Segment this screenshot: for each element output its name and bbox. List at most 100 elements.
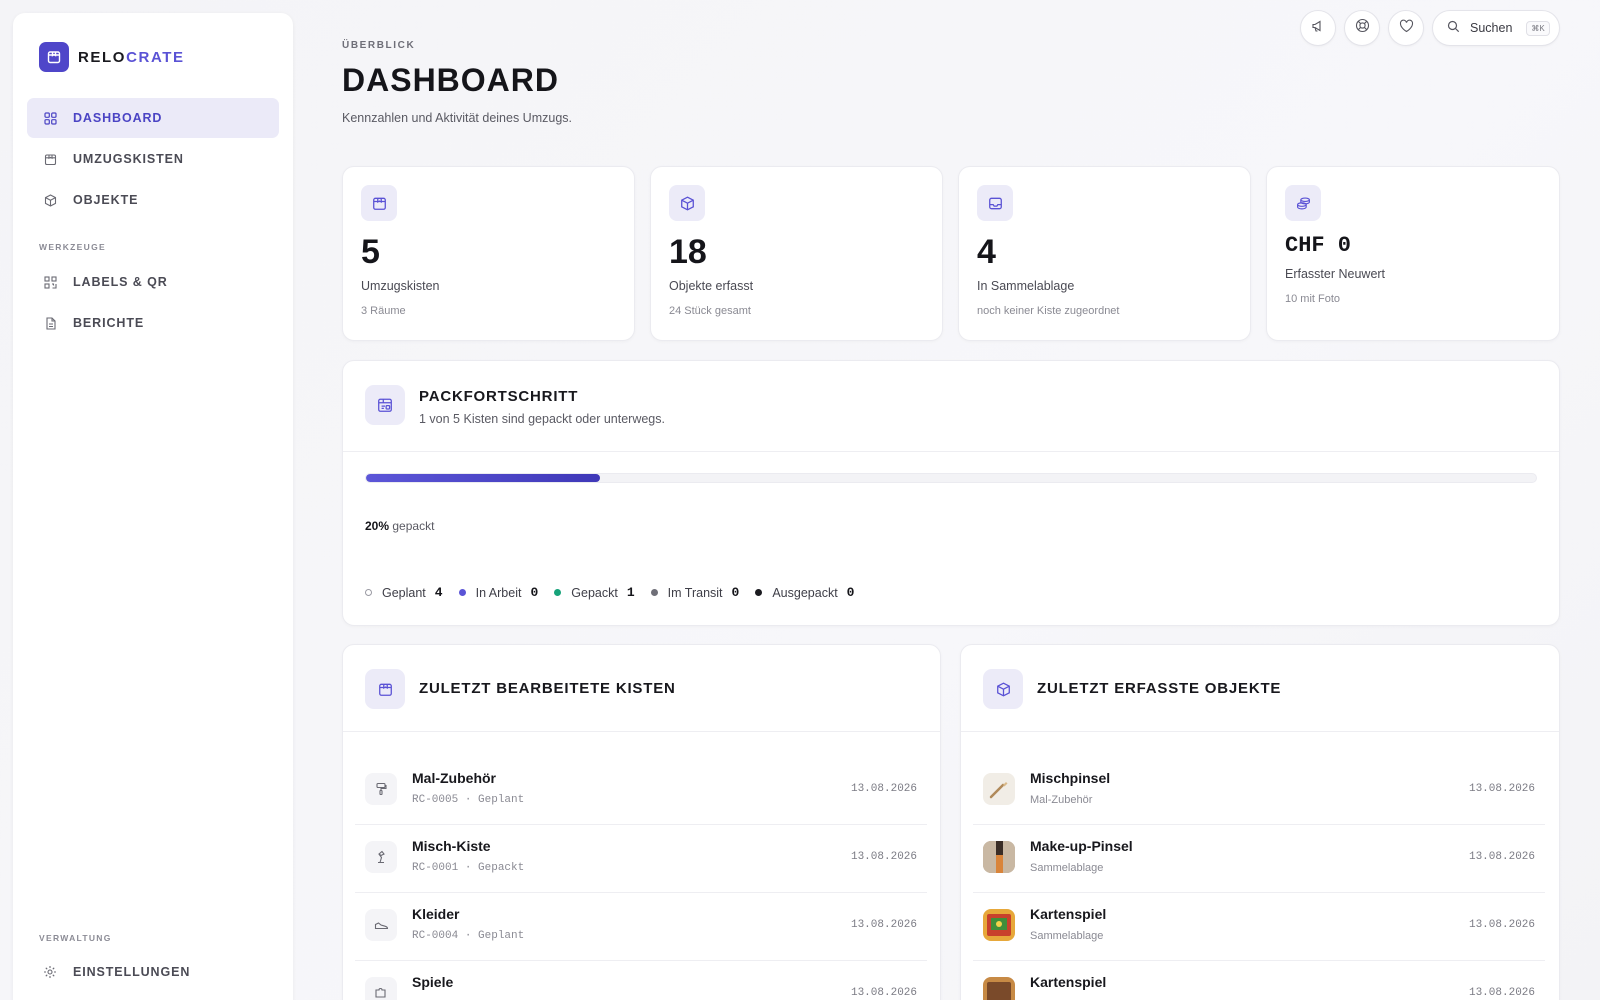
lamp-icon	[365, 841, 397, 873]
sidebar-item-label: UMZUGSKISTEN	[73, 152, 184, 166]
box-row[interactable]: Kleider RC-0004 · Geplant 13.08.2026	[355, 893, 927, 961]
stat-card-sammelablage[interactable]: 4 In Sammelablage noch keiner Kiste zuge…	[958, 166, 1251, 341]
brand[interactable]: RELOCRATE	[39, 42, 185, 72]
inbox-icon	[977, 185, 1013, 221]
row-date: 13.08.2026	[1468, 851, 1535, 863]
legend-label: Ausgepackt	[772, 585, 838, 600]
sidebar-item-label: EINSTELLUNGEN	[73, 965, 191, 979]
legend-label: Gepackt	[571, 585, 618, 600]
object-row[interactable]: Mischpinsel Mal-Zubehör 13.08.2026	[973, 757, 1545, 825]
sidebar-item-label: BERICHTE	[73, 316, 145, 330]
stat-note: 3 Räume	[361, 305, 406, 317]
stat-note: 10 mit Foto	[1285, 293, 1341, 305]
row-date: 13.08.2026	[850, 783, 917, 795]
sidebar-item-labels-qr[interactable]: LABELS & QR	[27, 262, 279, 302]
legend-count: 0	[846, 585, 855, 600]
cube-icon	[983, 669, 1023, 709]
row-date: 13.08.2026	[1468, 987, 1535, 999]
sidebar: RELOCRATE DASHBOARD UMZUGSKISTEN OBJEKTE…	[13, 13, 293, 1000]
card-game-thumb	[983, 977, 1015, 1000]
stat-card-objekte[interactable]: 18 Objekte erfasst 24 Stück gesamt	[650, 166, 943, 341]
row-date: 13.08.2026	[1468, 919, 1535, 931]
legend-item-gepackt[interactable]: Gepackt 1	[554, 585, 635, 600]
help-button[interactable]	[1344, 10, 1380, 46]
box-code: RC-0004	[412, 930, 459, 942]
box-code: RC-0005	[412, 794, 459, 806]
box-status: Gepackt	[478, 862, 525, 874]
stat-label: Umzugskisten	[361, 279, 440, 293]
row-date: 13.08.2026	[1468, 783, 1535, 795]
stat-value: 4	[977, 233, 996, 271]
legend-dot	[755, 589, 763, 596]
box-code: RC-0001	[412, 862, 459, 874]
row-subtitle: Mal-Zubehör	[1030, 794, 1093, 806]
logo-icon	[39, 42, 69, 72]
row-title: Mal-Zubehör	[412, 770, 496, 786]
stat-label: In Sammelablage	[977, 279, 1075, 293]
page-title: DASHBOARD	[342, 62, 559, 98]
breadcrumb: ÜBERBLICK	[342, 40, 416, 51]
stat-card-neuwert[interactable]: CHF 0 Erfasster Neuwert 10 mit Foto	[1266, 166, 1560, 341]
object-row[interactable]: Kartenspiel Sammelablage 13.08.2026	[973, 893, 1545, 961]
favorites-button[interactable]	[1388, 10, 1424, 46]
stat-value: CHF 0	[1285, 233, 1352, 258]
progress-percent-suffix: gepackt	[392, 519, 435, 533]
legend-item-im-transit[interactable]: Im Transit 0	[650, 585, 739, 600]
sidebar-item-label: LABELS & QR	[73, 275, 168, 289]
box-row[interactable]: Misch-Kiste RC-0001 · Gepackt 13.08.2026	[355, 825, 927, 893]
box-icon	[361, 185, 397, 221]
sidebar-item-einstellungen[interactable]: EINSTELLUNGEN	[27, 952, 279, 992]
sidebar-item-berichte[interactable]: BERICHTE	[27, 303, 279, 343]
sidebar-item-label: OBJEKTE	[73, 193, 139, 207]
box-icon	[43, 152, 57, 166]
row-title: Kartenspiel	[1030, 906, 1107, 922]
coins-icon	[1285, 185, 1321, 221]
row-title: Misch-Kiste	[412, 838, 491, 854]
row-subtitle: RC-0005 · Geplant	[412, 794, 525, 806]
legend-item-geplant[interactable]: Geplant 4	[365, 585, 443, 600]
legend-item-in-arbeit[interactable]: In Arbeit 0	[458, 585, 539, 600]
sidebar-section-tools: WERKZEUGE	[39, 242, 106, 252]
brand-name: RELOCRATE	[78, 49, 185, 66]
section-subtitle: 1 von 5 Kisten sind gepackt oder unterwe…	[419, 412, 665, 426]
stat-value: 5	[361, 233, 380, 271]
legend-label: Im Transit	[667, 585, 723, 600]
sidebar-item-dashboard[interactable]: DASHBOARD	[27, 98, 279, 138]
row-date: 13.08.2026	[850, 919, 917, 931]
box-status: Geplant	[478, 794, 525, 806]
grid-icon	[43, 111, 57, 125]
divider	[961, 731, 1559, 732]
divider	[343, 731, 940, 732]
progress-bar	[365, 473, 1537, 483]
legend-dot	[458, 589, 466, 596]
box-row[interactable]: Spiele 13.08.2026	[355, 961, 927, 1000]
legend-dot	[365, 589, 372, 596]
cube-icon	[669, 185, 705, 221]
page-subtitle: Kennzahlen und Aktivität deines Umzugs.	[342, 111, 572, 125]
search-button[interactable]: Suchen ⌘K	[1432, 10, 1560, 46]
progress-percent-value: 20%	[365, 519, 390, 533]
row-subtitle: RC-0001 · Gepackt	[412, 862, 525, 874]
legend-count: 4	[434, 585, 443, 600]
sidebar-item-objekte[interactable]: OBJEKTE	[27, 180, 279, 220]
row-date: 13.08.2026	[850, 987, 917, 999]
object-row[interactable]: Make-up-Pinsel Sammelablage 13.08.2026	[973, 825, 1545, 893]
recent-boxes-card: ZULETZT BEARBEITETE KISTEN Mal-Zubehör R…	[342, 644, 941, 1000]
brush-thumb	[983, 773, 1015, 805]
box-row[interactable]: Mal-Zubehör RC-0005 · Geplant 13.08.2026	[355, 757, 927, 825]
recent-objects-card: ZULETZT ERFASSTE OBJEKTE Mischpinsel Mal…	[960, 644, 1560, 1000]
announcements-button[interactable]	[1300, 10, 1336, 46]
shoe-icon	[365, 909, 397, 941]
search-icon	[1447, 20, 1460, 36]
sidebar-item-umzugskisten[interactable]: UMZUGSKISTEN	[27, 139, 279, 179]
document-icon	[43, 316, 57, 330]
legend-label: In Arbeit	[475, 585, 522, 600]
box-icon	[365, 669, 405, 709]
divider	[343, 451, 1559, 452]
stat-card-umzugskisten[interactable]: 5 Umzugskisten 3 Räume	[342, 166, 635, 341]
legend-item-ausgepackt[interactable]: Ausgepackt 0	[755, 585, 854, 600]
row-title: Make-up-Pinsel	[1030, 838, 1133, 854]
legend-count: 0	[530, 585, 539, 600]
object-row[interactable]: Kartenspiel 13.08.2026	[973, 961, 1545, 1000]
row-title: Spiele	[412, 974, 454, 990]
